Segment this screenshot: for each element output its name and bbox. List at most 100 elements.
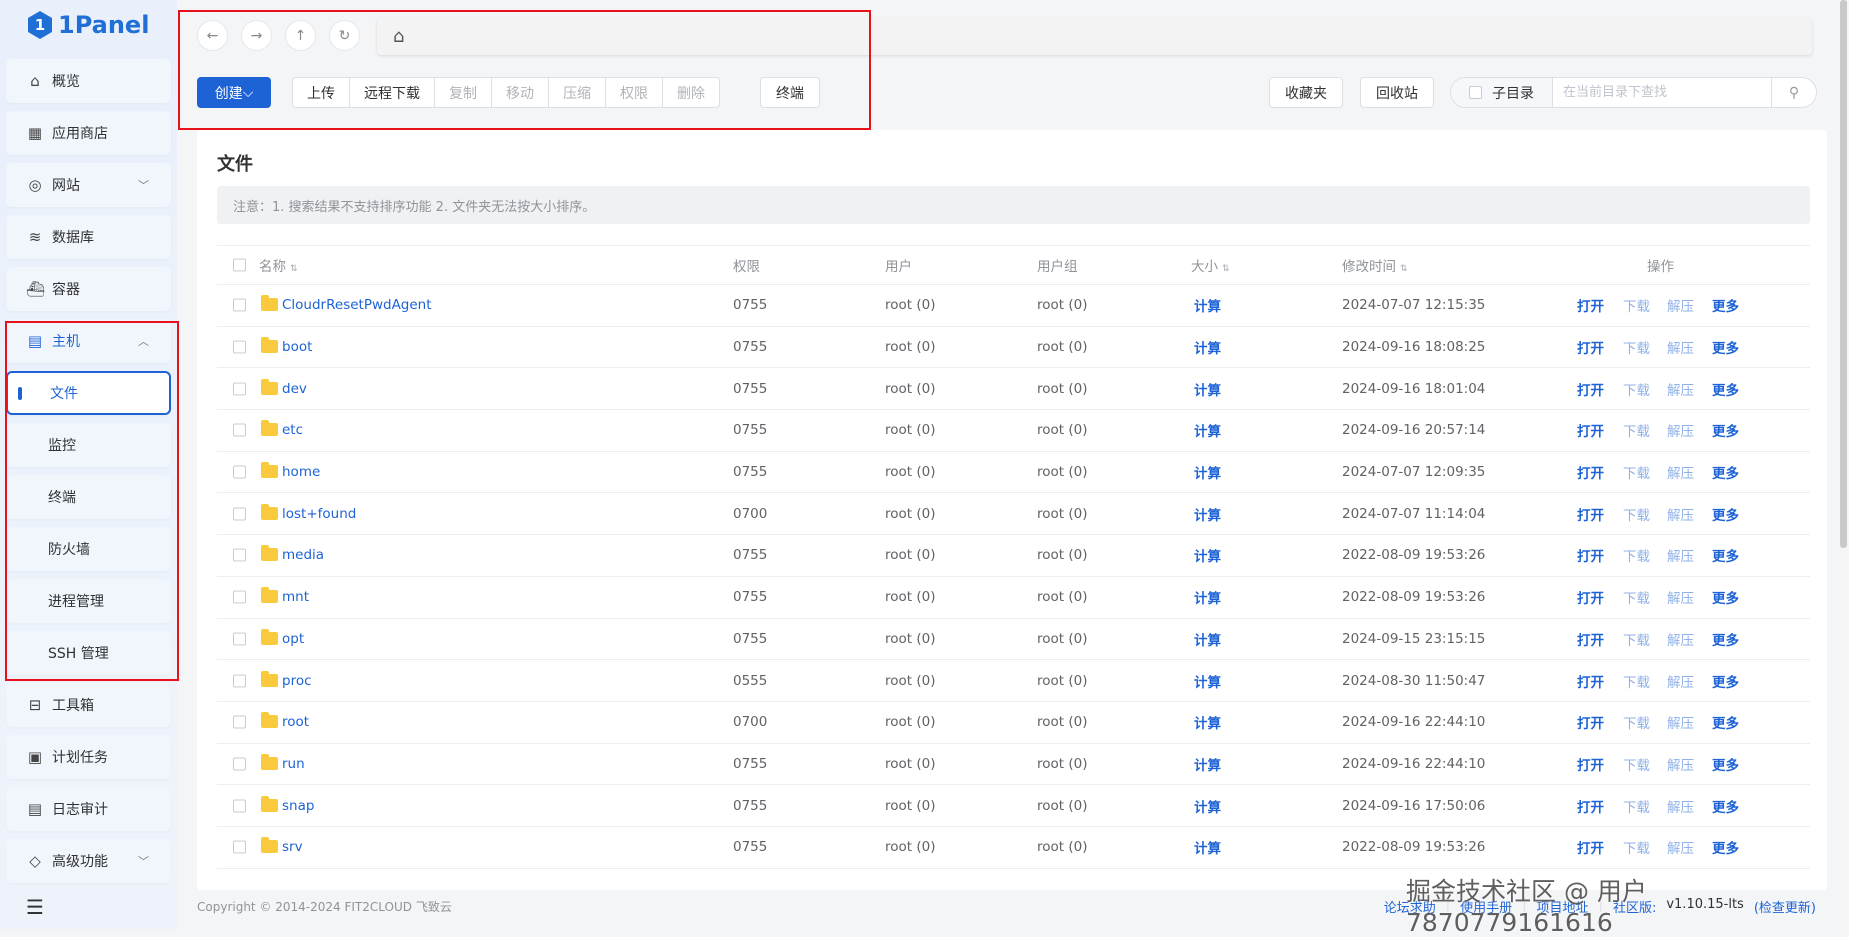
col-name[interactable]: 名称 ⇅ (259, 255, 298, 275)
open-link[interactable]: 打开 (1577, 754, 1604, 774)
calc-size-link[interactable]: 计算 (1194, 337, 1221, 357)
move-button[interactable]: 移动 (492, 78, 549, 107)
more-link[interactable]: 更多 (1712, 712, 1739, 732)
more-link[interactable]: 更多 (1712, 420, 1739, 440)
calc-size-link[interactable]: 计算 (1194, 462, 1221, 482)
download-link[interactable]: 下载 (1623, 337, 1650, 357)
calc-size-link[interactable]: 计算 (1194, 671, 1221, 691)
download-link[interactable]: 下载 (1623, 796, 1650, 816)
download-link[interactable]: 下载 (1623, 379, 1650, 399)
download-link[interactable]: 下载 (1623, 462, 1650, 482)
row-checkbox[interactable] (233, 799, 246, 813)
search-input[interactable] (1553, 78, 1771, 107)
delete-button[interactable]: 删除 (663, 78, 719, 107)
collapse-menu-icon[interactable]: ☰ (26, 895, 44, 919)
file-name[interactable]: dev (261, 378, 307, 397)
row-checkbox[interactable] (233, 340, 246, 354)
file-name[interactable]: CloudrResetPwdAgent (261, 295, 432, 313)
extract-link[interactable]: 解压 (1667, 545, 1694, 565)
open-link[interactable]: 打开 (1577, 837, 1604, 857)
extract-link[interactable]: 解压 (1667, 837, 1694, 857)
open-link[interactable]: 打开 (1577, 712, 1604, 732)
up-button[interactable]: ↑ (285, 20, 316, 51)
sidebar-item-9[interactable]: ◇ 高级功能 ﹀ (6, 839, 171, 883)
sidebar-subitem-3[interactable]: 防火墙 (6, 527, 171, 571)
extract-link[interactable]: 解压 (1667, 379, 1694, 399)
extract-link[interactable]: 解压 (1667, 337, 1694, 357)
file-name[interactable]: home (261, 462, 320, 480)
scrollbar[interactable] (1840, 0, 1847, 548)
calc-size-link[interactable]: 计算 (1194, 796, 1221, 816)
extract-link[interactable]: 解压 (1667, 587, 1694, 607)
sidebar-item-0[interactable]: ⌂ 概览 (6, 59, 171, 103)
download-link[interactable]: 下载 (1623, 587, 1650, 607)
more-link[interactable]: 更多 (1712, 587, 1739, 607)
more-link[interactable]: 更多 (1712, 754, 1739, 774)
sidebar-item-4[interactable]: ⛴ 容器 (6, 267, 171, 311)
file-name[interactable]: snap (261, 795, 314, 814)
col-size[interactable]: 大小 ⇅ (1191, 255, 1230, 275)
more-link[interactable]: 更多 (1712, 295, 1739, 315)
open-link[interactable]: 打开 (1577, 504, 1604, 524)
sidebar-item-3[interactable]: ≋ 数据库 (6, 215, 171, 259)
download-link[interactable]: 下载 (1623, 295, 1650, 315)
download-link[interactable]: 下载 (1623, 712, 1650, 732)
checkbox[interactable] (1469, 86, 1482, 99)
download-link[interactable]: 下载 (1623, 420, 1650, 440)
more-link[interactable]: 更多 (1712, 796, 1739, 816)
row-checkbox[interactable] (233, 715, 246, 729)
open-link[interactable]: 打开 (1577, 671, 1604, 691)
download-link[interactable]: 下载 (1623, 629, 1650, 649)
row-checkbox[interactable] (233, 757, 246, 771)
more-link[interactable]: 更多 (1712, 337, 1739, 357)
file-name[interactable]: etc (261, 420, 303, 438)
row-checkbox[interactable] (233, 465, 246, 479)
subdir-checkbox[interactable]: 子目录 (1451, 78, 1553, 107)
calc-size-link[interactable]: 计算 (1194, 837, 1221, 857)
permission-button[interactable]: 权限 (606, 78, 663, 107)
calc-size-link[interactable]: 计算 (1194, 754, 1221, 774)
calc-size-link[interactable]: 计算 (1194, 504, 1221, 524)
more-link[interactable]: 更多 (1712, 545, 1739, 565)
open-link[interactable]: 打开 (1577, 379, 1604, 399)
open-link[interactable]: 打开 (1577, 796, 1604, 816)
file-name[interactable]: opt (261, 628, 304, 647)
extract-link[interactable]: 解压 (1667, 504, 1694, 524)
row-checkbox[interactable] (233, 298, 246, 312)
sidebar-subitem-2[interactable]: 终端 (6, 475, 171, 519)
download-link[interactable]: 下载 (1623, 671, 1650, 691)
row-checkbox[interactable] (233, 840, 246, 854)
extract-link[interactable]: 解压 (1667, 712, 1694, 732)
refresh-button[interactable]: ↻ (329, 20, 360, 51)
row-checkbox[interactable] (233, 548, 246, 562)
create-button[interactable]: 创建 ⌵ (197, 77, 271, 108)
sidebar-subitem-4[interactable]: 进程管理 (6, 579, 171, 623)
row-checkbox[interactable] (233, 674, 246, 688)
open-link[interactable]: 打开 (1577, 295, 1604, 315)
download-link[interactable]: 下载 (1623, 837, 1650, 857)
sidebar-subitem-0[interactable]: 文件 (6, 371, 171, 415)
file-name[interactable]: root (261, 712, 309, 730)
calc-size-link[interactable]: 计算 (1194, 379, 1221, 399)
row-checkbox[interactable] (233, 423, 246, 437)
remote-download-button[interactable]: 远程下载 (350, 78, 435, 107)
open-link[interactable]: 打开 (1577, 629, 1604, 649)
col-modified[interactable]: 修改时间 ⇅ (1342, 255, 1408, 275)
row-checkbox[interactable] (233, 632, 246, 646)
compress-button[interactable]: 压缩 (549, 78, 606, 107)
file-name[interactable]: lost+found (261, 503, 356, 522)
sidebar-item-2[interactable]: ◎ 网站 ﹀ (6, 163, 171, 207)
sidebar-item-7[interactable]: ▣ 计划任务 (6, 735, 171, 779)
file-name[interactable]: mnt (261, 587, 309, 605)
calc-size-link[interactable]: 计算 (1194, 712, 1221, 732)
path-bar[interactable]: ⌂ (377, 18, 1812, 55)
file-name[interactable]: run (261, 753, 305, 772)
download-link[interactable]: 下载 (1623, 754, 1650, 774)
more-link[interactable]: 更多 (1712, 462, 1739, 482)
copy-button[interactable]: 复制 (435, 78, 492, 107)
file-name[interactable]: srv (261, 837, 303, 855)
more-link[interactable]: 更多 (1712, 629, 1739, 649)
sidebar-subitem-5[interactable]: SSH 管理 (6, 631, 171, 675)
open-link[interactable]: 打开 (1577, 545, 1604, 565)
back-button[interactable]: ← (197, 20, 228, 51)
